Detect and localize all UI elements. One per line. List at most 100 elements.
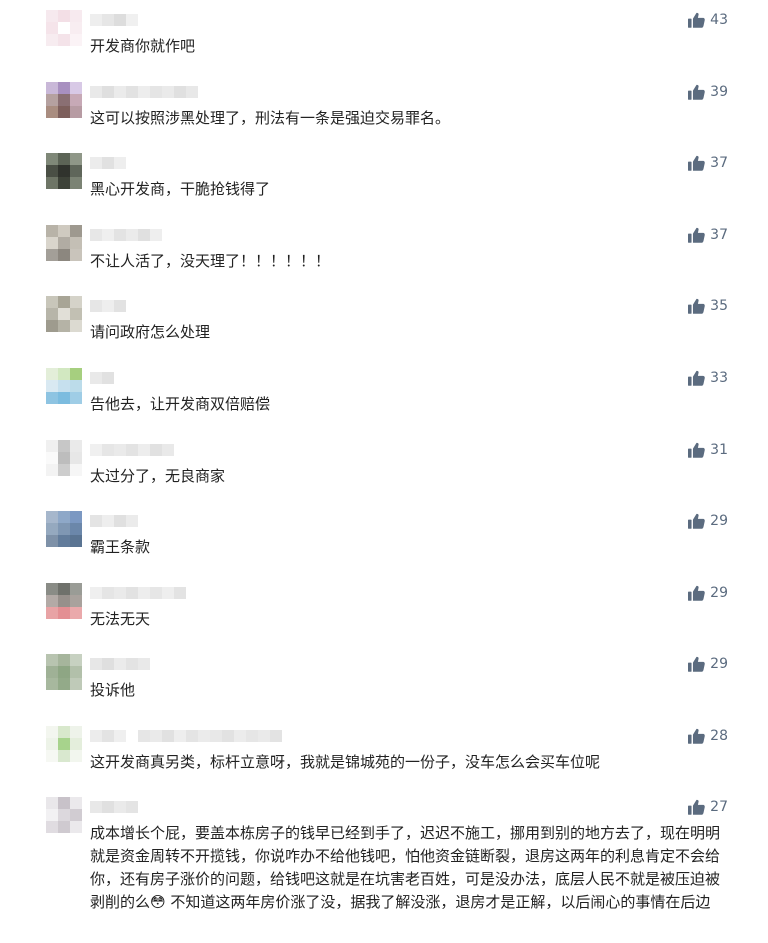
like-button[interactable]: 29 [688,585,728,601]
avatar[interactable] [46,225,82,261]
avatar-pixel [70,34,82,46]
nickname-pixel [102,515,114,527]
avatar-pixel [58,177,70,189]
nickname-pixelated[interactable] [90,372,114,384]
avatar-pixel [58,380,70,392]
nickname-pixelated[interactable] [90,515,138,527]
thumbs-up-icon [688,728,705,744]
avatar-pixel [58,738,70,750]
like-button[interactable]: 37 [688,155,728,171]
avatar-pixel [46,797,58,809]
avatar-pixel [58,464,70,476]
nickname-pixel [102,730,114,742]
avatar[interactable] [46,153,82,189]
like-button[interactable]: 29 [688,656,728,672]
thumbs-up-icon [688,442,705,458]
nickname-pixel [150,587,162,599]
avatar-pixel [70,10,82,22]
nickname-pixel [210,730,222,742]
avatar-pixel [70,320,82,332]
avatar-pixel [70,595,82,607]
nickname-pixel [138,658,150,670]
like-button[interactable]: 31 [688,442,728,458]
nickname-pixel [114,300,126,312]
nickname-pixel [102,587,114,599]
nickname-pixelated[interactable] [90,730,282,742]
nickname-pixel [138,86,150,98]
avatar-pixel [46,82,58,94]
like-button[interactable]: 39 [688,84,728,100]
nickname-pixelated[interactable] [90,157,126,169]
avatar-pixel [58,22,70,34]
avatar[interactable] [46,82,82,118]
avatar-pixel [46,296,58,308]
avatar[interactable] [46,797,82,833]
nickname-pixel [102,372,114,384]
comment-text: 这可以按照涉黑处理了，刑法有一条是强迫交易罪名。 [90,109,451,127]
nickname-pixelated[interactable] [90,444,174,456]
avatar-pixel [70,177,82,189]
avatar-pixel [58,237,70,249]
avatar[interactable] [46,654,82,690]
like-button[interactable]: 43 [688,12,728,28]
nickname-pixelated[interactable] [90,587,186,599]
avatar[interactable] [46,440,82,476]
avatar-pixel [58,666,70,678]
avatar-pixel [46,726,58,738]
avatar-pixel [46,666,58,678]
like-button[interactable]: 33 [688,370,728,386]
nickname-pixelated[interactable] [90,658,150,670]
avatar[interactable] [46,583,82,619]
avatar-pixel [58,249,70,261]
avatar-pixel [58,153,70,165]
thumbs-up-icon [688,799,705,815]
nickname-pixel [270,730,282,742]
avatar-pixel [58,726,70,738]
avatar-pixel [46,654,58,666]
avatar-pixel [70,535,82,547]
avatar[interactable] [46,10,82,46]
nickname-pixelated[interactable] [90,801,138,813]
nickname-pixel [126,658,138,670]
nickname-pixel [102,658,114,670]
nickname-pixel [138,444,150,456]
avatar-pixel [46,225,58,237]
avatar-pixel [58,797,70,809]
nickname-pixel [90,14,102,26]
avatar-pixel [46,809,58,821]
like-button[interactable]: 28 [688,728,728,744]
avatar-pixel [70,738,82,750]
avatar[interactable] [46,368,82,404]
nickname-pixelated[interactable] [90,14,138,26]
avatar-pixel [46,607,58,619]
nickname-pixel [90,372,102,384]
avatar[interactable] [46,511,82,547]
nickname-pixel [102,86,114,98]
nickname-pixel [186,730,198,742]
nickname-pixel [114,157,126,169]
nickname-pixel [174,86,186,98]
nickname-pixel [114,587,126,599]
comment-text: 太过分了，无良商家 [90,467,226,485]
like-button[interactable]: 27 [688,799,728,815]
like-button[interactable]: 35 [688,298,728,314]
nickname-pixelated[interactable] [90,229,162,241]
avatar[interactable] [46,296,82,332]
nickname-pixel [126,587,138,599]
avatar-pixel [70,249,82,261]
nickname-pixel [114,658,126,670]
avatar-pixel [58,225,70,237]
avatar-pixel [46,392,58,404]
avatar[interactable] [46,726,82,762]
nickname-pixel [114,801,126,813]
nickname-pixel [102,14,114,26]
avatar-pixel [70,666,82,678]
nickname-pixelated[interactable] [90,300,126,312]
nickname-pixelated[interactable] [90,86,198,98]
like-button[interactable]: 37 [688,227,728,243]
nickname-pixel [126,801,138,813]
avatar-pixel [58,583,70,595]
nickname-pixel [126,444,138,456]
avatar-pixel [70,392,82,404]
like-button[interactable]: 29 [688,513,728,529]
